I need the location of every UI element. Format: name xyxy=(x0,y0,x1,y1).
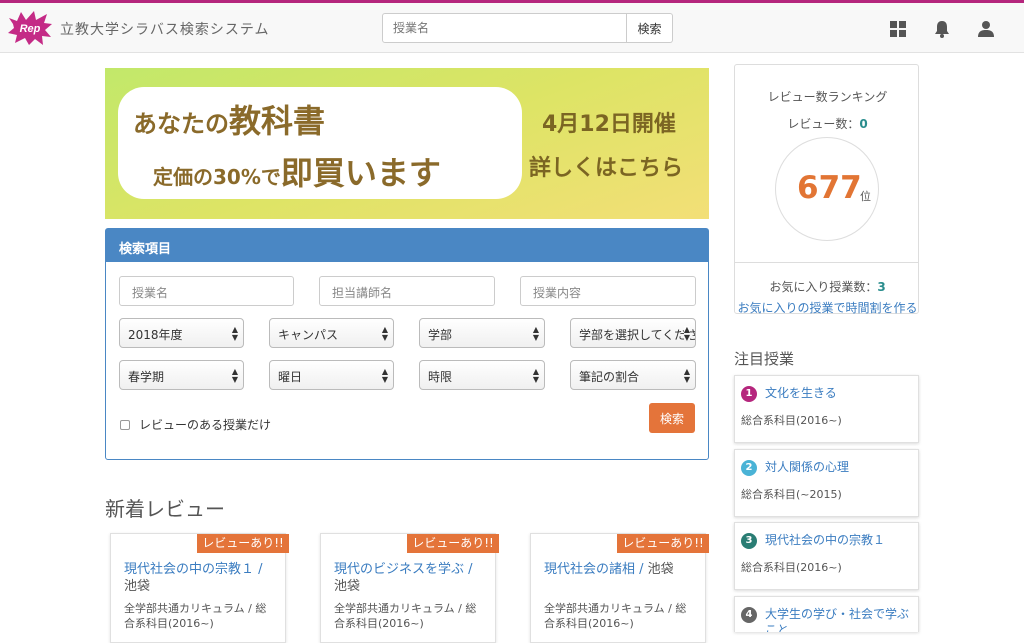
bell-icon[interactable] xyxy=(933,20,951,38)
review-ranking-panel: レビュー数ランキング レビュー数：0 677 位 お気に入り授業数：3 お気に入… xyxy=(734,64,920,316)
select-arrows-icon: ▲ ▼ xyxy=(381,367,388,384)
favorites-count: お気に入り授業数：3 xyxy=(769,280,886,294)
campus-select[interactable]: キャンパス ▲ ▼ xyxy=(269,318,394,348)
banner-event-date: 4月12日開催 xyxy=(542,112,676,137)
user-icon[interactable] xyxy=(977,20,995,38)
select-arrows-icon: ▲ ▼ xyxy=(381,325,388,342)
instructor-input[interactable]: 担当講師名 xyxy=(319,276,495,306)
featured-course-card[interactable]: 3 現代社会の中の宗教１ 総合系科目(2016~) xyxy=(734,522,919,590)
make-timetable-link[interactable]: お気に入りの授業で時間割を作る xyxy=(735,299,920,316)
featured-course-category: 総合系科目(~2015) xyxy=(741,488,842,501)
rank-badge: 2 xyxy=(741,460,757,476)
ranking-title: レビュー数ランキング xyxy=(767,90,888,104)
select-arrows-icon: ▲ ▼ xyxy=(532,367,539,384)
banner-line1: あなたの教科書 xyxy=(133,102,326,140)
featured-course-card[interactable]: 2 対人関係の心理 総合系科目(~2015) xyxy=(734,449,919,517)
course-content-input[interactable]: 授業内容 xyxy=(520,276,696,306)
rank-number: 677 xyxy=(797,170,862,206)
course-name-input[interactable]: 授業名 xyxy=(119,276,294,306)
divider xyxy=(735,262,918,263)
select-arrows-icon: ▲ ▼ xyxy=(231,367,238,384)
review-card-category: 全学部共通カリキュラム / 総合系科目(2016~) xyxy=(334,602,477,630)
new-reviews-title: 新着レビュー xyxy=(105,497,225,521)
year-select[interactable]: 2018年度 ▲ ▼ xyxy=(119,318,244,348)
search-panel-title: 検索項目 xyxy=(106,229,708,262)
brand-title[interactable]: 立教大学シラバス検索システム xyxy=(60,19,269,39)
header-search-input[interactable] xyxy=(382,13,627,43)
logo-text: Rep xyxy=(20,23,41,35)
select-arrows-icon: ▲ ▼ xyxy=(231,325,238,342)
featured-course-category: 総合系科目(2016~) xyxy=(741,414,842,427)
review-card[interactable]: レビューあり!! 現代社会の中の宗教１ / 池袋 全学部共通カリキュラム / 総… xyxy=(110,533,289,643)
review-only-label: レビューのある授業だけ xyxy=(139,418,272,432)
review-card-category: 全学部共通カリキュラム / 総合系科目(2016~) xyxy=(124,602,267,630)
review-card-title[interactable]: 現代社会の中の宗教１ / 池袋 xyxy=(124,561,274,595)
review-card-category: 全学部共通カリキュラム / 総合系科目(2016~) xyxy=(544,602,687,630)
department-select[interactable]: 学部を選択してください▲▼ xyxy=(570,318,696,348)
featured-course-name[interactable]: 文化を生きる xyxy=(765,385,915,401)
featured-course-card[interactable]: 4 大学生の学び・社会で学ぶこと xyxy=(734,596,919,632)
header-search-button[interactable]: 検索 xyxy=(627,13,673,43)
rep-logo[interactable]: Rep xyxy=(7,10,53,46)
select-arrows-icon: ▲ ▼ xyxy=(532,325,539,342)
review-card-title[interactable]: 現代のビジネスを学ぶ / 池袋 xyxy=(334,561,484,595)
review-card[interactable]: レビューあり!! 現代社会の諸相 / 池袋 全学部共通カリキュラム / 総合系科… xyxy=(530,533,709,643)
review-ribbon: レビューあり!! xyxy=(407,534,499,553)
review-ribbon: レビューあり!! xyxy=(617,534,709,553)
rank-badge: 4 xyxy=(741,607,757,623)
faculty-select[interactable]: 学部 ▲ ▼ xyxy=(419,318,545,348)
search-submit-button[interactable]: 検索 xyxy=(649,403,695,433)
rank-circle: 677 位 xyxy=(775,137,879,241)
review-only-checkbox[interactable]: レビューのある授業だけ xyxy=(120,416,271,433)
select-arrows-icon: ▲ ▼ xyxy=(683,367,690,384)
rank-badge: 3 xyxy=(741,533,757,549)
grid-icon[interactable] xyxy=(889,20,907,38)
review-card[interactable]: レビューあり!! 現代のビジネスを学ぶ / 池袋 全学部共通カリキュラム / 総… xyxy=(320,533,499,643)
semester-select[interactable]: 春学期 ▲ ▼ xyxy=(119,360,244,390)
period-select[interactable]: 時限 ▲ ▼ xyxy=(419,360,545,390)
checkbox-box[interactable] xyxy=(120,419,130,430)
rank-unit: 位 xyxy=(860,190,871,203)
select-arrows-icon: ▲ ▼ xyxy=(683,325,690,342)
featured-course-name[interactable]: 現代社会の中の宗教１ xyxy=(765,532,915,548)
day-select[interactable]: 曜日 ▲ ▼ xyxy=(269,360,394,390)
navbar: Rep 立教大学シラバス検索システム 検索 xyxy=(0,3,1024,53)
review-card-title[interactable]: 現代社会の諸相 / 池袋 xyxy=(544,561,694,578)
review-ribbon: レビューあり!! xyxy=(197,534,289,553)
featured-course-name[interactable]: 大学生の学び・社会で学ぶこと xyxy=(765,606,915,632)
review-count: レビュー数：0 xyxy=(787,117,868,131)
featured-course-card[interactable]: 1 文化を生きる 総合系科目(2016~) xyxy=(734,375,919,443)
banner-line2: 定価の30%で即買います xyxy=(153,154,441,192)
banner-details-link[interactable]: 詳しくはこちら xyxy=(529,150,683,182)
featured-courses-title: 注目授業 xyxy=(734,350,795,368)
header-search: 検索 xyxy=(382,13,673,43)
featured-course-name[interactable]: 対人関係の心理 xyxy=(765,459,915,475)
note-ratio-select[interactable]: 筆記の割合 ▲ ▼ xyxy=(570,360,696,390)
featured-course-category: 総合系科目(2016~) xyxy=(741,561,842,574)
rank-badge: 1 xyxy=(741,386,757,402)
textbook-banner[interactable]: あなたの教科書 定価の30%で即買います 4月12日開催 詳しくはこちら xyxy=(105,68,709,219)
search-panel: 検索項目 授業名 担当講師名 授業内容 2018年度 ▲ ▼ キャンパス ▲ ▼ 学部 ▲… xyxy=(105,228,709,460)
